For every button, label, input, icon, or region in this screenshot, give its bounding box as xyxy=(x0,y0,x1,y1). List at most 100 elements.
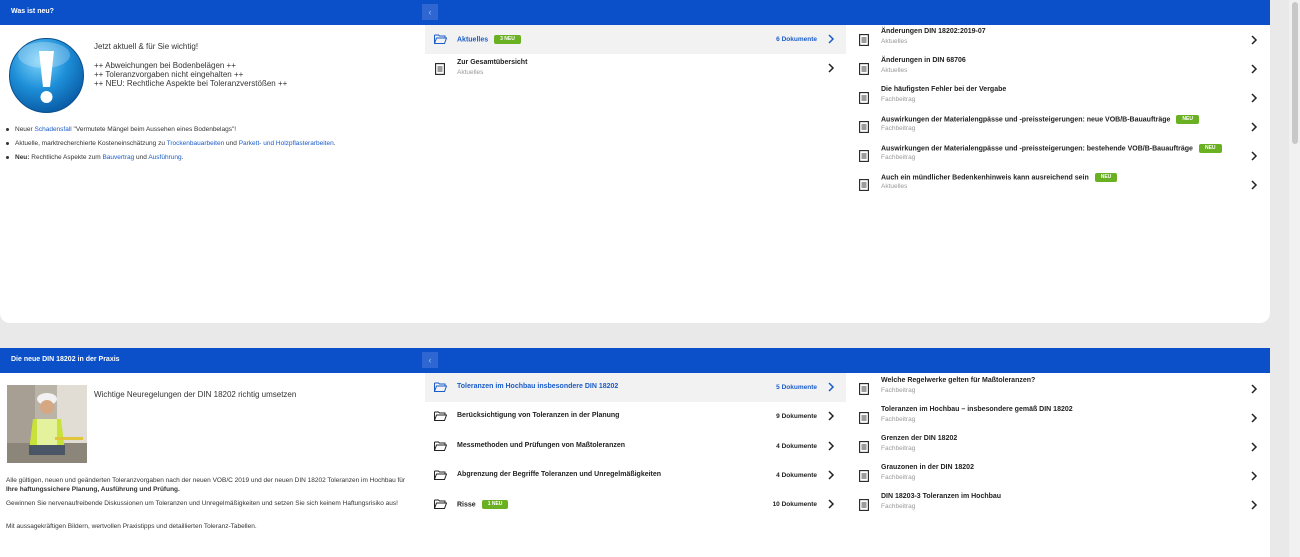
chevron-right-icon xyxy=(828,63,835,73)
document-item[interactable]: Die häufigsten Fehler bei der Vergabe Fa… xyxy=(855,84,1265,113)
folder-open-icon xyxy=(434,499,447,509)
folder-title: Aktuelles 3 NEU xyxy=(457,35,521,44)
document-subtitle: Fachbeitrag xyxy=(881,445,916,452)
document-icon xyxy=(435,63,445,75)
folder-open-icon xyxy=(434,411,447,421)
document-icon xyxy=(859,499,869,511)
chevron-right-icon xyxy=(828,441,835,451)
document-item[interactable]: Grauzonen in der DIN 18202 Fachbeitrag xyxy=(855,462,1265,491)
chevron-right-icon xyxy=(1251,122,1258,132)
link-parkettarbeiten[interactable]: Parkett- und Holzpflasterarbeiten xyxy=(239,140,334,147)
document-item[interactable]: Änderungen in DIN 68706 Aktuelles xyxy=(855,55,1265,84)
bullet-text: und xyxy=(224,140,239,147)
folder-count: 9 Dokumente xyxy=(776,413,817,420)
bullet-text: . xyxy=(333,140,336,147)
document-icon xyxy=(859,63,869,75)
chevron-right-icon xyxy=(828,470,835,480)
folder-item[interactable]: Berücksichtigung von Toleranzen in der P… xyxy=(425,402,846,431)
chevron-right-icon xyxy=(1251,151,1258,161)
section-heading: Wichtige Neuregelungen der DIN 18202 ric… xyxy=(94,390,297,399)
bullet-text: Aktuelle, marktrecherchierte Kosteneinsc… xyxy=(15,140,167,147)
document-item[interactable]: Änderungen DIN 18202:2019-07 Aktuelles xyxy=(855,26,1265,55)
intro-line: ++ NEU: Rechtliche Aspekte bei Toleranzv… xyxy=(94,79,288,88)
document-subtitle: Fachbeitrag xyxy=(881,474,916,481)
folder-item-aktuelles[interactable]: Aktuelles 3 NEU 6 Dokumente xyxy=(425,25,846,54)
document-subtitle: Fachbeitrag xyxy=(881,125,916,132)
intro-line: ++ Toleranzvorgaben nicht eingehalten ++ xyxy=(94,70,244,79)
chevron-right-icon xyxy=(1251,93,1258,103)
chevron-right-icon xyxy=(828,499,835,509)
document-icon xyxy=(859,179,869,191)
bullet-item: Aktuelle, marktrecherchierte Kosteneinsc… xyxy=(6,140,336,147)
chevron-right-icon xyxy=(828,411,835,421)
link-trockenbauarbeiten[interactable]: Trockenbauarbeiten xyxy=(167,140,225,147)
chevron-right-icon xyxy=(828,34,835,44)
folder-item[interactable]: Messmethoden und Prüfungen von Maßtolera… xyxy=(425,432,846,461)
document-title-text: Auch ein mündlicher Bedenkenhinweis kann… xyxy=(881,174,1089,182)
chevron-right-icon xyxy=(1251,64,1258,74)
document-item[interactable]: Auswirkungen der Materialengpässe und -p… xyxy=(855,142,1265,171)
document-item[interactable]: DIN 18203-3 Toleranzen im Hochbau Fachbe… xyxy=(855,491,1265,520)
new-badge: NEU xyxy=(1198,144,1222,153)
description-paragraph: Mit aussagekräftigen Bildern, wertvollen… xyxy=(6,523,257,530)
document-title: Auswirkungen der Materialengpässe und -p… xyxy=(881,144,1222,153)
intro-line: ++ Abweichungen bei Bodenbelägen ++ xyxy=(94,61,236,70)
document-icon xyxy=(859,441,869,453)
folder-item[interactable]: Toleranzen im Hochbau insbesondere DIN 1… xyxy=(425,373,846,402)
folder-title: Berücksichtigung von Toleranzen in der P… xyxy=(457,412,620,419)
document-item[interactable]: Toleranzen im Hochbau – insbesondere gem… xyxy=(855,404,1265,433)
worker-photo xyxy=(7,385,87,463)
document-title: Änderungen DIN 18202:2019-07 xyxy=(881,28,986,35)
document-title: Auch ein mündlicher Bedenkenhinweis kann… xyxy=(881,173,1118,182)
new-badge: NEU xyxy=(1176,115,1199,124)
folder-item[interactable]: Abgrenzung der Begriffe Toleranzen und U… xyxy=(425,461,846,490)
link-ausfuehrung[interactable]: Ausführung xyxy=(148,154,181,161)
document-title: Grauzonen in der DIN 18202 xyxy=(881,464,974,471)
chevron-right-icon xyxy=(1251,471,1258,481)
link-bauvertrag[interactable]: Bauvertrag xyxy=(102,154,134,161)
folder-title: Messmethoden und Prüfungen von Maßtolera… xyxy=(457,442,626,449)
folder-item[interactable]: Risse 1 NEU 10 Dokumente xyxy=(425,490,846,519)
panel-din-18202: Die neue DIN 18202 in der Praxis ‹ Wicht… xyxy=(0,348,1270,557)
folder-open-icon xyxy=(434,382,447,392)
document-item[interactable]: Auswirkungen der Materialengpässe und -p… xyxy=(855,113,1265,142)
folder-count: 4 Dokumente xyxy=(776,443,817,450)
back-button[interactable]: ‹ xyxy=(422,352,438,368)
folder-count: 6 Dokumente xyxy=(776,36,817,43)
folder-title-text: Aktuelles xyxy=(457,36,489,44)
bullet-dot xyxy=(6,127,9,131)
new-badge: 1 NEU xyxy=(481,500,509,509)
folder-subtitle: Aktuelles xyxy=(457,69,484,76)
document-icon xyxy=(859,150,869,162)
document-title-text: Auswirkungen der Materialengpässe und -p… xyxy=(881,116,1171,124)
folder-title: Abgrenzung der Begriffe Toleranzen und U… xyxy=(457,471,662,478)
document-title: Auswirkungen der Materialengpässe und -p… xyxy=(881,115,1199,124)
document-subtitle: Aktuelles xyxy=(881,67,908,74)
folder-open-icon xyxy=(434,470,447,480)
link-schadensfall[interactable]: Schadensfall xyxy=(35,126,72,133)
document-subtitle: Fachbeitrag xyxy=(881,387,916,394)
bullet-text: Neuer xyxy=(15,126,35,133)
document-item[interactable]: Welche Regelwerke gelten für Maßtoleranz… xyxy=(855,375,1265,404)
folder-count: 4 Dokumente xyxy=(776,472,817,479)
folder-item-gesamtuebersicht[interactable]: Zur Gesamtübersicht Aktuelles xyxy=(425,54,846,83)
folder-title-text: Risse xyxy=(457,501,476,509)
new-badge: NEU xyxy=(1094,173,1118,182)
document-icon xyxy=(859,470,869,482)
document-item[interactable]: Grenzen der DIN 18202 Fachbeitrag xyxy=(855,433,1265,462)
bullet-text: . xyxy=(181,154,184,161)
panel-title: Die neue DIN 18202 in der Praxis xyxy=(11,356,120,363)
back-button[interactable]: ‹ xyxy=(422,4,438,20)
description-paragraph: Alle gültigen, neuen und geänderten Tole… xyxy=(6,476,416,494)
document-subtitle: Aktuelles xyxy=(881,183,908,190)
document-icon xyxy=(859,34,869,46)
document-subtitle: Fachbeitrag xyxy=(881,503,916,510)
folder-count: 10 Dokumente xyxy=(772,501,817,508)
document-item[interactable]: Auch ein mündlicher Bedenkenhinweis kann… xyxy=(855,171,1265,200)
document-icon xyxy=(859,383,869,395)
chevron-right-icon xyxy=(1251,413,1258,423)
folder-count: 5 Dokumente xyxy=(776,384,817,391)
bullet-text: Rechtliche Aspekte zum xyxy=(29,154,103,161)
scrollbar-thumb[interactable] xyxy=(1292,2,1298,144)
folder-title: Toleranzen im Hochbau insbesondere DIN 1… xyxy=(457,383,619,390)
